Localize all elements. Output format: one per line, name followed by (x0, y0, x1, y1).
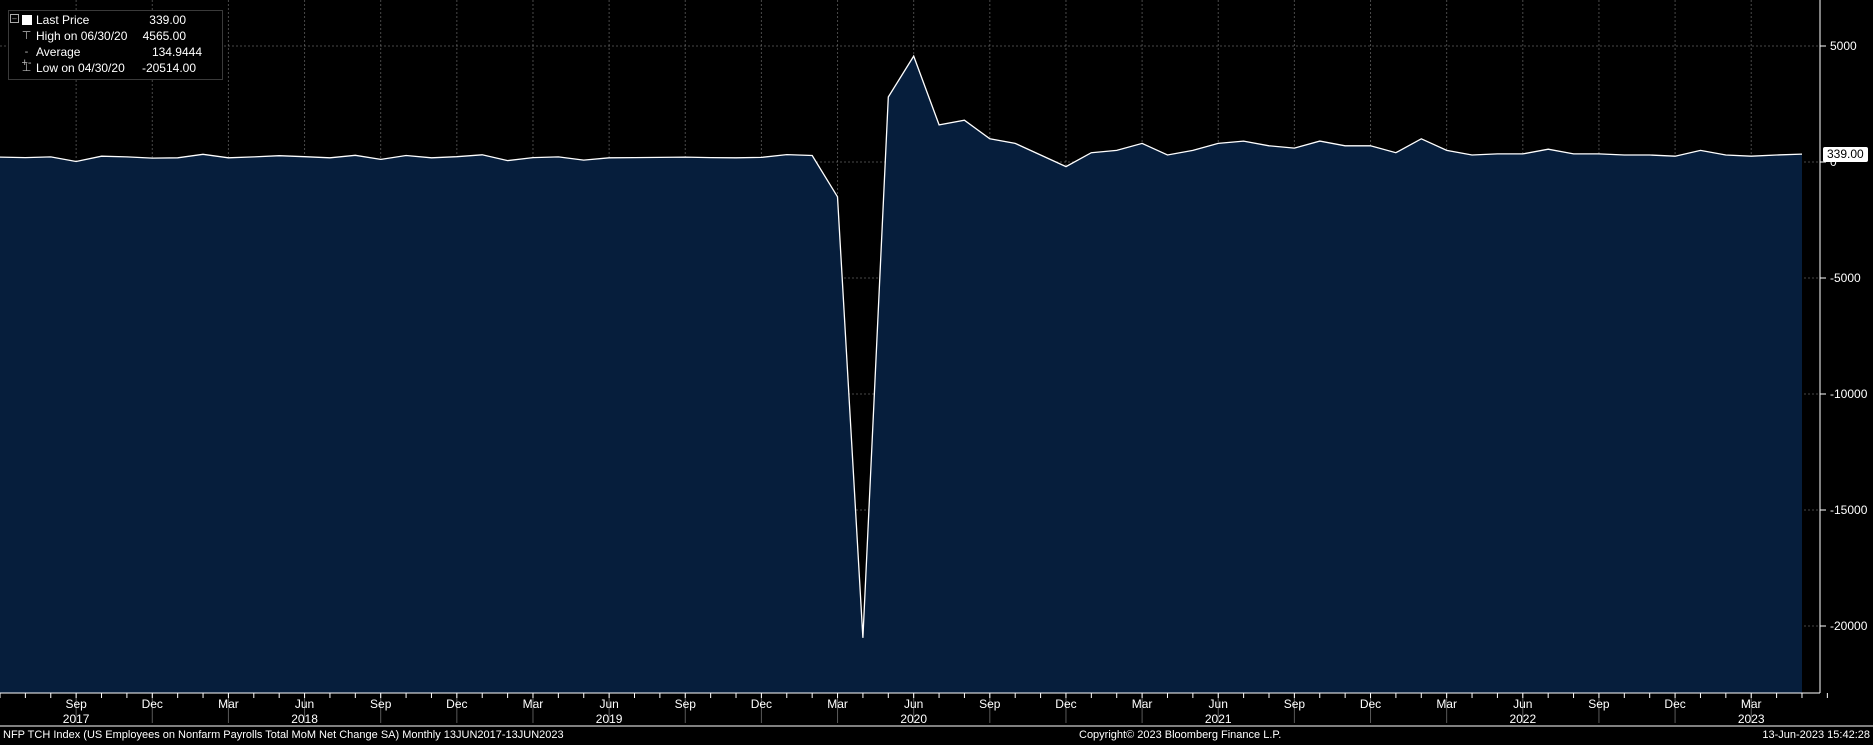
footer-copyright: Copyright© 2023 Bloomberg Finance L.P. (1079, 729, 1282, 741)
x-tick-label: Mar (523, 697, 544, 711)
y-tick-label: 5000 (1830, 39, 1857, 53)
x-tick-label: Dec (1664, 697, 1685, 711)
x-tick-label: Sep (979, 697, 1001, 711)
x-tick-label: Jun (904, 697, 923, 711)
legend-item-average[interactable]: -+- Average 134.9444 (9, 44, 222, 69)
x-year-label: 2018 (291, 712, 318, 726)
legend-item-last-price[interactable]: Last Price 339.00 (9, 12, 222, 28)
last-value-tag: 339.00 (1823, 147, 1868, 162)
legend-label: Low on 04/30/20 (36, 61, 125, 75)
y-tick-label: -5000 (1830, 271, 1861, 285)
x-tick-label: Mar (218, 697, 239, 711)
legend-value: 339.00 (149, 13, 186, 27)
legend-label: Last Price (36, 13, 90, 27)
x-tick-label: Jun (1513, 697, 1532, 711)
x-tick-label: Jun (599, 697, 618, 711)
y-axis-ticks: 50000-5000-10000-15000-20000 (1820, 39, 1868, 633)
y-tick-label: -20000 (1830, 619, 1868, 633)
x-year-label: 2019 (596, 712, 623, 726)
x-tick-label: Sep (1588, 697, 1610, 711)
x-year-label: 2022 (1509, 712, 1536, 726)
legend-label: Average (36, 45, 81, 59)
x-tick-label: Mar (1741, 697, 1762, 711)
legend-value: 134.9444 (151, 45, 202, 59)
y-tick-label: -15000 (1830, 503, 1868, 517)
legend-item-low[interactable]: ⊥ Low on 04/30/20 -20514.00 (9, 60, 222, 76)
x-tick-label: Sep (370, 697, 392, 711)
footer-security-description: NFP TCH Index (US Employees on Nonfarm P… (3, 729, 564, 741)
x-tick-label: Sep (1284, 697, 1306, 711)
legend-value: -20514.00 (141, 61, 196, 75)
average-marker-icon: -+- (21, 46, 32, 69)
x-tick-label: Dec (446, 697, 467, 711)
y-tick-label: -10000 (1830, 387, 1868, 401)
legend-label: High on 06/30/20 (36, 29, 128, 43)
x-tick-label: Sep (675, 697, 697, 711)
chart-canvas: 50000-5000-10000-15000-20000 Sep Dec Mar Ju… (0, 0, 1873, 727)
legend-value: 4565.00 (142, 29, 186, 43)
x-year-label: 2020 (900, 712, 927, 726)
footer-timestamp: 13-Jun-2023 15:42:28 (1762, 729, 1870, 741)
x-year-label: 2017 (63, 712, 90, 726)
x-tick-label: Dec (751, 697, 772, 711)
x-tick-label: Dec (142, 697, 163, 711)
x-year-label: 2023 (1738, 712, 1765, 726)
x-year-label: 2021 (1205, 712, 1232, 726)
high-marker-icon: ⊤ (21, 30, 32, 42)
legend: – Last Price 339.00 ⊤ High on 06/30/20 4… (8, 10, 223, 80)
low-marker-icon: ⊥ (21, 62, 32, 74)
x-tick-label: Sep (65, 697, 87, 711)
legend-item-high[interactable]: ⊤ High on 06/30/20 4565.00 (9, 28, 222, 44)
white-swatch-icon (22, 15, 32, 25)
x-tick-label: Dec (1055, 697, 1076, 711)
x-tick-label: Jun (295, 697, 314, 711)
x-axis-ticks: Sep Dec Mar Jun Sep Dec Mar Jun Sep Dec Mar Jun Sep D… (0, 693, 1828, 726)
x-tick-label: Mar (1436, 697, 1457, 711)
x-tick-label: Jun (1209, 697, 1228, 711)
x-tick-label: Mar (827, 697, 848, 711)
x-tick-label: Dec (1360, 697, 1381, 711)
x-tick-label: Mar (1132, 697, 1153, 711)
